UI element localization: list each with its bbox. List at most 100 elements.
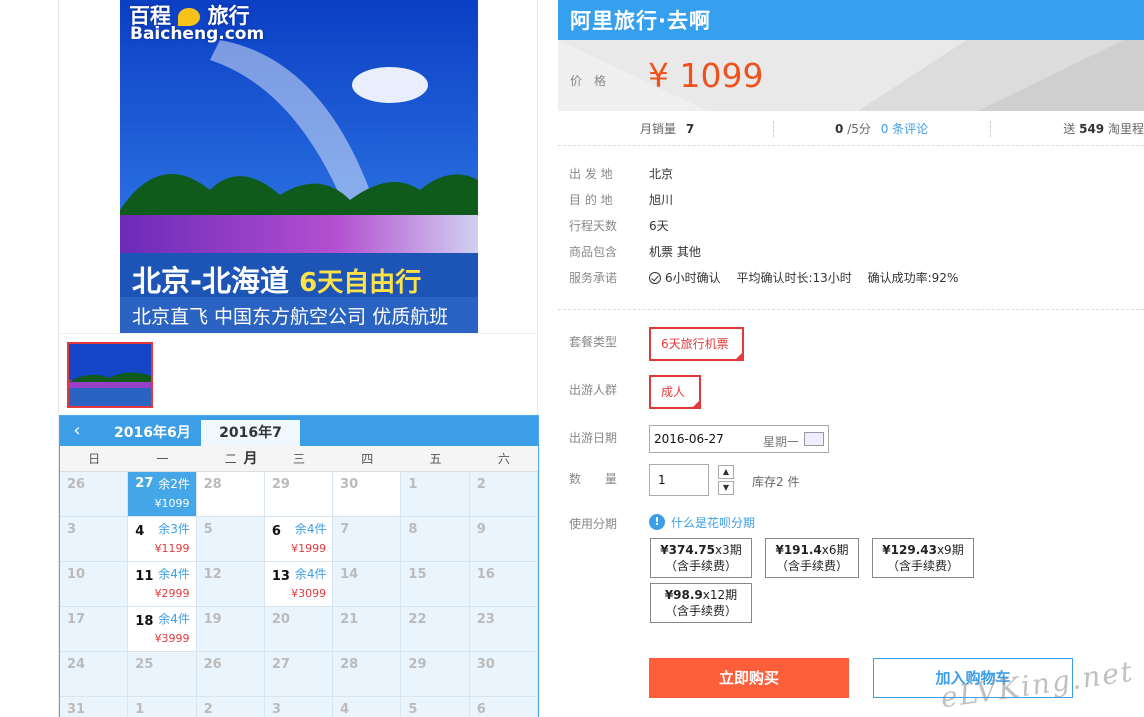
calendar-day-cell: 21 <box>333 607 402 652</box>
calendar-day-cell: 29 <box>264 472 334 517</box>
crowd-option-button[interactable]: 成人 <box>649 375 701 409</box>
tab-month-july[interactable]: 2016年7月 <box>201 420 300 467</box>
product-main-image[interactable]: 百程 旅行 Baicheng.com 北京-北海道 6天自由行 北京直飞 中国东… <box>120 0 478 333</box>
calendar-day-cell[interactable]: 27 余2件 ¥1099 <box>128 472 197 517</box>
calendar-day-stock: 余4件 <box>158 612 190 626</box>
calendar-day-number: 15 <box>408 567 427 582</box>
calendar-day-cell: 14 <box>333 562 402 607</box>
calendar-day-cell: 15 <box>401 562 470 607</box>
calendar-day-cell: 16 <box>469 562 538 607</box>
installment-option[interactable]: ¥98.9x12期 （含手续费） <box>650 583 752 623</box>
calendar-day-cell[interactable]: 18 余4件 ¥3999 <box>128 607 197 652</box>
calendar-day-number: 30 <box>476 657 495 672</box>
calendar-day-number: 16 <box>476 567 495 582</box>
calendar-day-cell: 2 <box>196 697 265 717</box>
calendar-day-number: 2 <box>476 477 486 492</box>
calendar-day-cell: 2 <box>469 472 538 517</box>
store-title-bar: 阿里旅行·去啊 <box>558 0 1144 40</box>
installment-amount: ¥191.4 <box>775 543 822 557</box>
calendar-day-cell: 28 <box>333 652 402 697</box>
crowd-label: 出游人群 <box>569 383 618 397</box>
calendar-day-number: 10 <box>67 567 86 582</box>
calendar-day-cell: 5 <box>401 697 470 717</box>
points-reward: 送 549 淘里程 <box>1063 120 1144 137</box>
banner-headline-days: 6天自由行 <box>299 268 422 298</box>
calendar-day-cell: 10 <box>60 562 129 607</box>
installment-option[interactable]: ¥129.43x9期 （含手续费） <box>872 538 974 578</box>
chevron-up-icon[interactable]: ▲ <box>718 465 734 479</box>
calendar-day-number: 26 <box>67 477 86 492</box>
installment-amount: ¥98.9 <box>664 588 703 602</box>
calendar-day-cell: 31 <box>60 697 129 717</box>
calendar-day-cell: 4 <box>333 697 402 717</box>
calendar-day-cell[interactable]: 13 余4件 ¥3099 <box>264 562 334 607</box>
installment-help-link[interactable]: 什么是花呗分期 <box>671 514 755 531</box>
calendar-icon[interactable] <box>804 432 824 446</box>
calendar-day-cell[interactable]: 6 余4件 ¥1999 <box>264 517 334 562</box>
calendar-day-stock: 余4件 <box>294 522 327 536</box>
rating-value: 0 <box>835 122 844 136</box>
calendar-day-cell: 25 <box>128 652 197 697</box>
store-title: 阿里旅行·去啊 <box>570 9 711 33</box>
calendar-day-number: 3 <box>271 702 281 717</box>
calendar-day-stock: 余3件 <box>158 522 190 536</box>
tab-month-june[interactable]: 2016年6月 <box>102 420 203 446</box>
calendar-day-number: 5 <box>408 702 418 717</box>
calendar-day-number: 25 <box>135 657 154 672</box>
chevron-left-icon[interactable]: ‹ <box>60 416 94 446</box>
package-option-button[interactable]: 6天旅行机票 <box>649 327 744 361</box>
points-suffix: 淘里程 <box>1107 122 1144 136</box>
calendar-grid: 26 27 余2件 ¥1099 28 29 30 1 2 3 4 余3件 ¥1199 5 6 余4件 ¥1999… <box>60 472 538 717</box>
package-type-label: 套餐类型 <box>569 335 618 349</box>
calendar-day-cell: 5 <box>196 517 265 562</box>
calendar-day-number: 6 <box>271 524 281 539</box>
calendar-day-number: 26 <box>203 657 222 672</box>
rating-suffix: /5分 <box>847 122 871 136</box>
calendar-day-number: 27 <box>135 476 154 491</box>
service-success-rate: 确认成功率:92% <box>867 271 959 285</box>
calendar-day-price: ¥3099 <box>291 587 327 600</box>
calendar-day-cell: 12 <box>196 562 265 607</box>
calendar-day-stock: 余4件 <box>158 567 190 581</box>
weekday-label: 三 <box>292 452 305 466</box>
calendar-day-number: 8 <box>408 522 418 537</box>
calendar-day-number: 23 <box>476 612 495 627</box>
chevron-down-icon[interactable]: ▼ <box>718 481 734 495</box>
calendar-day-cell: 7 <box>333 517 402 562</box>
stats-divider <box>773 121 774 137</box>
calendar-day-number: 4 <box>135 524 145 539</box>
installment-option[interactable]: ¥374.75x3期 （含手续费） <box>650 538 752 578</box>
attr-key: 行程天数 <box>569 219 618 233</box>
calendar-day-number: 21 <box>340 612 359 627</box>
calendar-day-number: 6 <box>476 702 486 717</box>
calendar-day-price: ¥2999 <box>154 587 190 600</box>
thumbnail-item[interactable] <box>67 342 153 408</box>
installment-periods: x12期 <box>702 588 738 602</box>
stats-divider <box>990 121 991 137</box>
gallery-column: 百程 旅行 Baicheng.com 北京-北海道 6天自由行 北京直飞 中国东… <box>58 0 539 717</box>
installment-fee: （含手续费） <box>886 559 959 573</box>
calendar-day-cell: 22 <box>401 607 470 652</box>
reviews-link[interactable]: 0 条评论 <box>881 122 928 136</box>
points-value: 549 <box>1079 122 1105 136</box>
calendar-day-number: 28 <box>203 477 222 492</box>
calendar-day-number: 29 <box>271 477 290 492</box>
calendar-day-price: ¥1999 <box>291 542 327 555</box>
quantity-input[interactable]: 1 <box>649 464 709 496</box>
calendar-day-number: 13 <box>271 569 290 584</box>
calendar-day-cell: 24 <box>60 652 129 697</box>
calendar-day-cell: 1 <box>401 472 470 517</box>
installment-option[interactable]: ¥191.4x6期 （含手续费） <box>765 538 859 578</box>
weekday-label: 一 <box>156 452 169 466</box>
sales-stats: 月销量 7 0 /5分 0 条评论 送 549 淘里程 <box>558 111 1144 146</box>
calendar-day-cell[interactable]: 4 余3件 ¥1199 <box>128 517 197 562</box>
calendar-day-number: 14 <box>340 567 359 582</box>
calendar-day-cell[interactable]: 11 余4件 ¥2999 <box>128 562 197 607</box>
departure-date-field[interactable]: 2016-06-27 星期一 <box>649 425 829 453</box>
attr-key: 商品包含 <box>569 245 618 259</box>
calendar-day-number: 29 <box>408 657 427 672</box>
date-value: 2016-06-27 <box>654 432 724 446</box>
weekday-label: 日 <box>88 452 101 466</box>
calendar-day-cell: 3 <box>60 517 129 562</box>
buy-now-button[interactable]: 立即购买 <box>649 658 849 698</box>
